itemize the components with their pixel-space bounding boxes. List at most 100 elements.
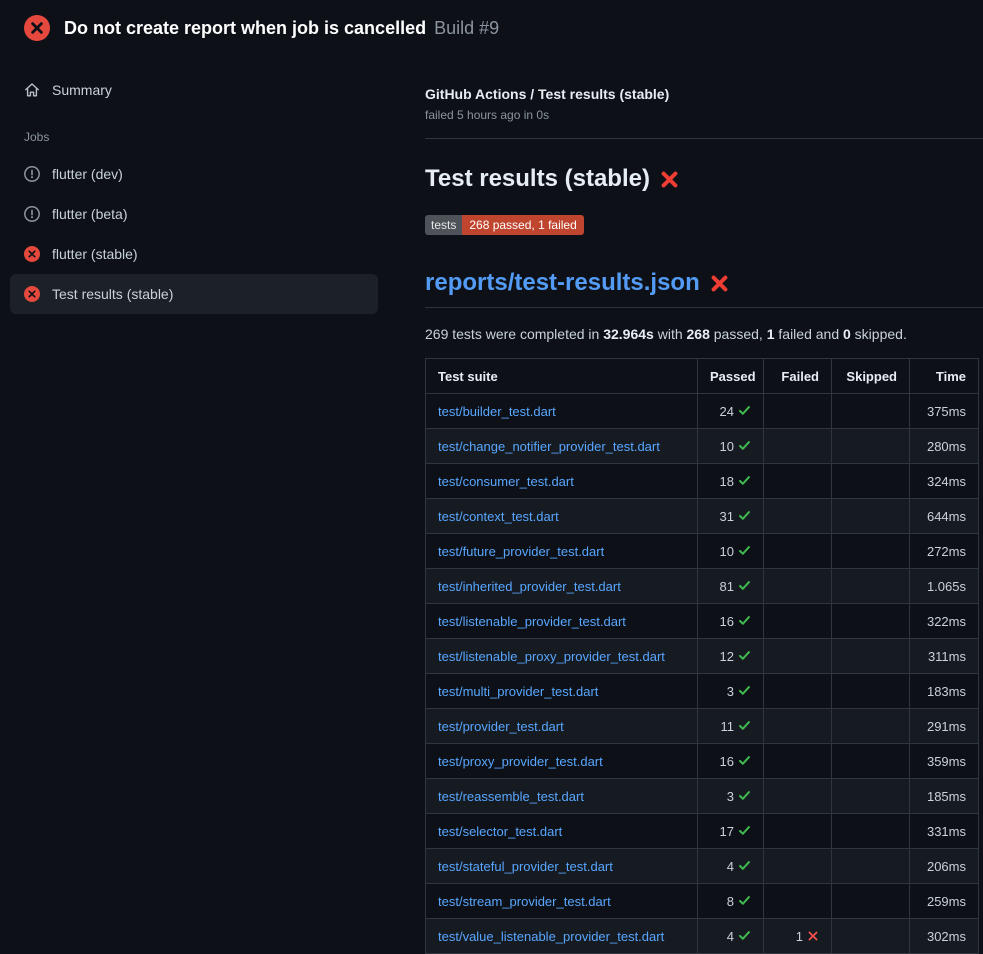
time-cell: 644ms	[910, 499, 979, 534]
skipped-cell	[832, 464, 910, 499]
table-header-row: Test suite Passed Failed Skipped Time	[426, 359, 979, 394]
test-suite-link[interactable]: test/consumer_test.dart	[438, 474, 574, 489]
failed-cell	[764, 464, 832, 499]
test-suite-link[interactable]: test/builder_test.dart	[438, 404, 556, 419]
sidebar-item-summary[interactable]: Summary	[10, 70, 378, 110]
test-suite-link[interactable]: test/stream_provider_test.dart	[438, 894, 611, 909]
passed-count: 4	[727, 859, 734, 874]
passed-cell: 11	[698, 709, 764, 744]
failed-cell	[764, 534, 832, 569]
test-suite-link[interactable]: test/multi_provider_test.dart	[438, 684, 598, 699]
check-icon	[738, 579, 751, 592]
sidebar-job-item[interactable]: Test results (stable)	[10, 274, 378, 314]
main-content: GitHub Actions / Test results (stable) f…	[394, 54, 983, 954]
sidebar: Summary Jobs flutter (dev) flutter (beta…	[0, 54, 394, 314]
test-suite-link[interactable]: test/value_listenable_provider_test.dart	[438, 929, 664, 944]
time-cell: 291ms	[910, 709, 979, 744]
check-icon	[738, 719, 751, 732]
skipped-cell	[832, 709, 910, 744]
check-icon	[738, 404, 751, 417]
check-icon	[738, 649, 751, 662]
time-cell: 1.065s	[910, 569, 979, 604]
test-suite-link[interactable]: test/stateful_provider_test.dart	[438, 859, 613, 874]
skipped-cell	[832, 744, 910, 779]
sidebar-item-label: Summary	[52, 82, 112, 98]
failed-cell	[764, 814, 832, 849]
sidebar-job-item[interactable]: flutter (dev)	[10, 154, 378, 194]
column-header-passed: Passed	[698, 359, 764, 394]
failed-cell	[764, 604, 832, 639]
cross-mark-icon	[710, 274, 729, 293]
failed-count: 1	[796, 929, 803, 944]
run-meta: failed 5 hours ago in 0s	[425, 108, 952, 122]
x-circle-icon	[24, 286, 40, 302]
passed-count: 8	[727, 894, 734, 909]
check-icon	[738, 509, 751, 522]
test-suite-link[interactable]: test/listenable_proxy_provider_test.dart	[438, 649, 665, 664]
passed-count: 31	[720, 509, 734, 524]
check-icon	[738, 474, 751, 487]
failed-cell: 1	[764, 919, 832, 954]
column-header-skipped: Skipped	[832, 359, 910, 394]
test-suite-link[interactable]: test/listenable_provider_test.dart	[438, 614, 626, 629]
skipped-cell	[832, 639, 910, 674]
summary-failed: 1	[767, 326, 775, 342]
failed-cell	[764, 394, 832, 429]
skipped-cell	[832, 674, 910, 709]
test-suite-link[interactable]: test/inherited_provider_test.dart	[438, 579, 621, 594]
failed-cell	[764, 569, 832, 604]
build-number: Build #9	[434, 18, 499, 38]
test-suite-link[interactable]: test/context_test.dart	[438, 509, 559, 524]
test-suite-link[interactable]: test/change_notifier_provider_test.dart	[438, 439, 660, 454]
alert-circle-icon	[24, 166, 40, 182]
jobs-heading: Jobs	[24, 130, 378, 144]
table-row: test/reassemble_test.dart 3 185ms	[426, 779, 979, 814]
skipped-cell	[832, 569, 910, 604]
tests-badge: tests268 passed, 1 failed	[425, 215, 584, 235]
sidebar-job-item[interactable]: flutter (beta)	[10, 194, 378, 234]
failed-cell	[764, 499, 832, 534]
failed-cell	[764, 884, 832, 919]
check-icon	[738, 614, 751, 627]
passed-cell: 12	[698, 639, 764, 674]
summary-text: failed and	[775, 326, 844, 342]
passed-count: 81	[720, 579, 734, 594]
sidebar-job-item[interactable]: flutter (stable)	[10, 234, 378, 274]
test-suite-link[interactable]: test/selector_test.dart	[438, 824, 562, 839]
skipped-cell	[832, 814, 910, 849]
check-icon	[738, 894, 751, 907]
section-title-text: Test results (stable)	[425, 165, 650, 193]
passed-cell: 16	[698, 744, 764, 779]
test-suite-link[interactable]: test/provider_test.dart	[438, 719, 564, 734]
passed-count: 16	[720, 614, 734, 629]
passed-count: 11	[721, 719, 735, 734]
table-row: test/listenable_provider_test.dart 16 32…	[426, 604, 979, 639]
check-icon	[738, 544, 751, 557]
passed-cell: 10	[698, 429, 764, 464]
check-icon	[738, 789, 751, 802]
test-suite-link[interactable]: test/future_provider_test.dart	[438, 544, 604, 559]
passed-count: 4	[727, 929, 734, 944]
test-suite-link[interactable]: test/reassemble_test.dart	[438, 789, 584, 804]
time-cell: 206ms	[910, 849, 979, 884]
check-icon	[738, 824, 751, 837]
summary-text: skipped.	[851, 326, 907, 342]
x-icon	[807, 930, 819, 942]
sidebar-item-label: flutter (beta)	[52, 206, 127, 222]
table-row: test/stateful_provider_test.dart 4 206ms	[426, 849, 979, 884]
time-cell: 322ms	[910, 604, 979, 639]
table-row: test/inherited_provider_test.dart 81 1.0…	[426, 569, 979, 604]
passed-cell: 18	[698, 464, 764, 499]
test-suite-link[interactable]: test/proxy_provider_test.dart	[438, 754, 603, 769]
check-icon	[738, 754, 751, 767]
report-title-link[interactable]: reports/test-results.json	[425, 269, 700, 297]
passed-count: 16	[720, 754, 734, 769]
summary-line: 269 tests were completed in 32.964s with…	[425, 326, 952, 342]
passed-cell: 8	[698, 884, 764, 919]
skipped-cell	[832, 499, 910, 534]
table-row: test/selector_test.dart 17 331ms	[426, 814, 979, 849]
section-title: Test results (stable)	[425, 165, 952, 193]
time-cell: 311ms	[910, 639, 979, 674]
check-icon	[738, 439, 751, 452]
failed-cell	[764, 709, 832, 744]
